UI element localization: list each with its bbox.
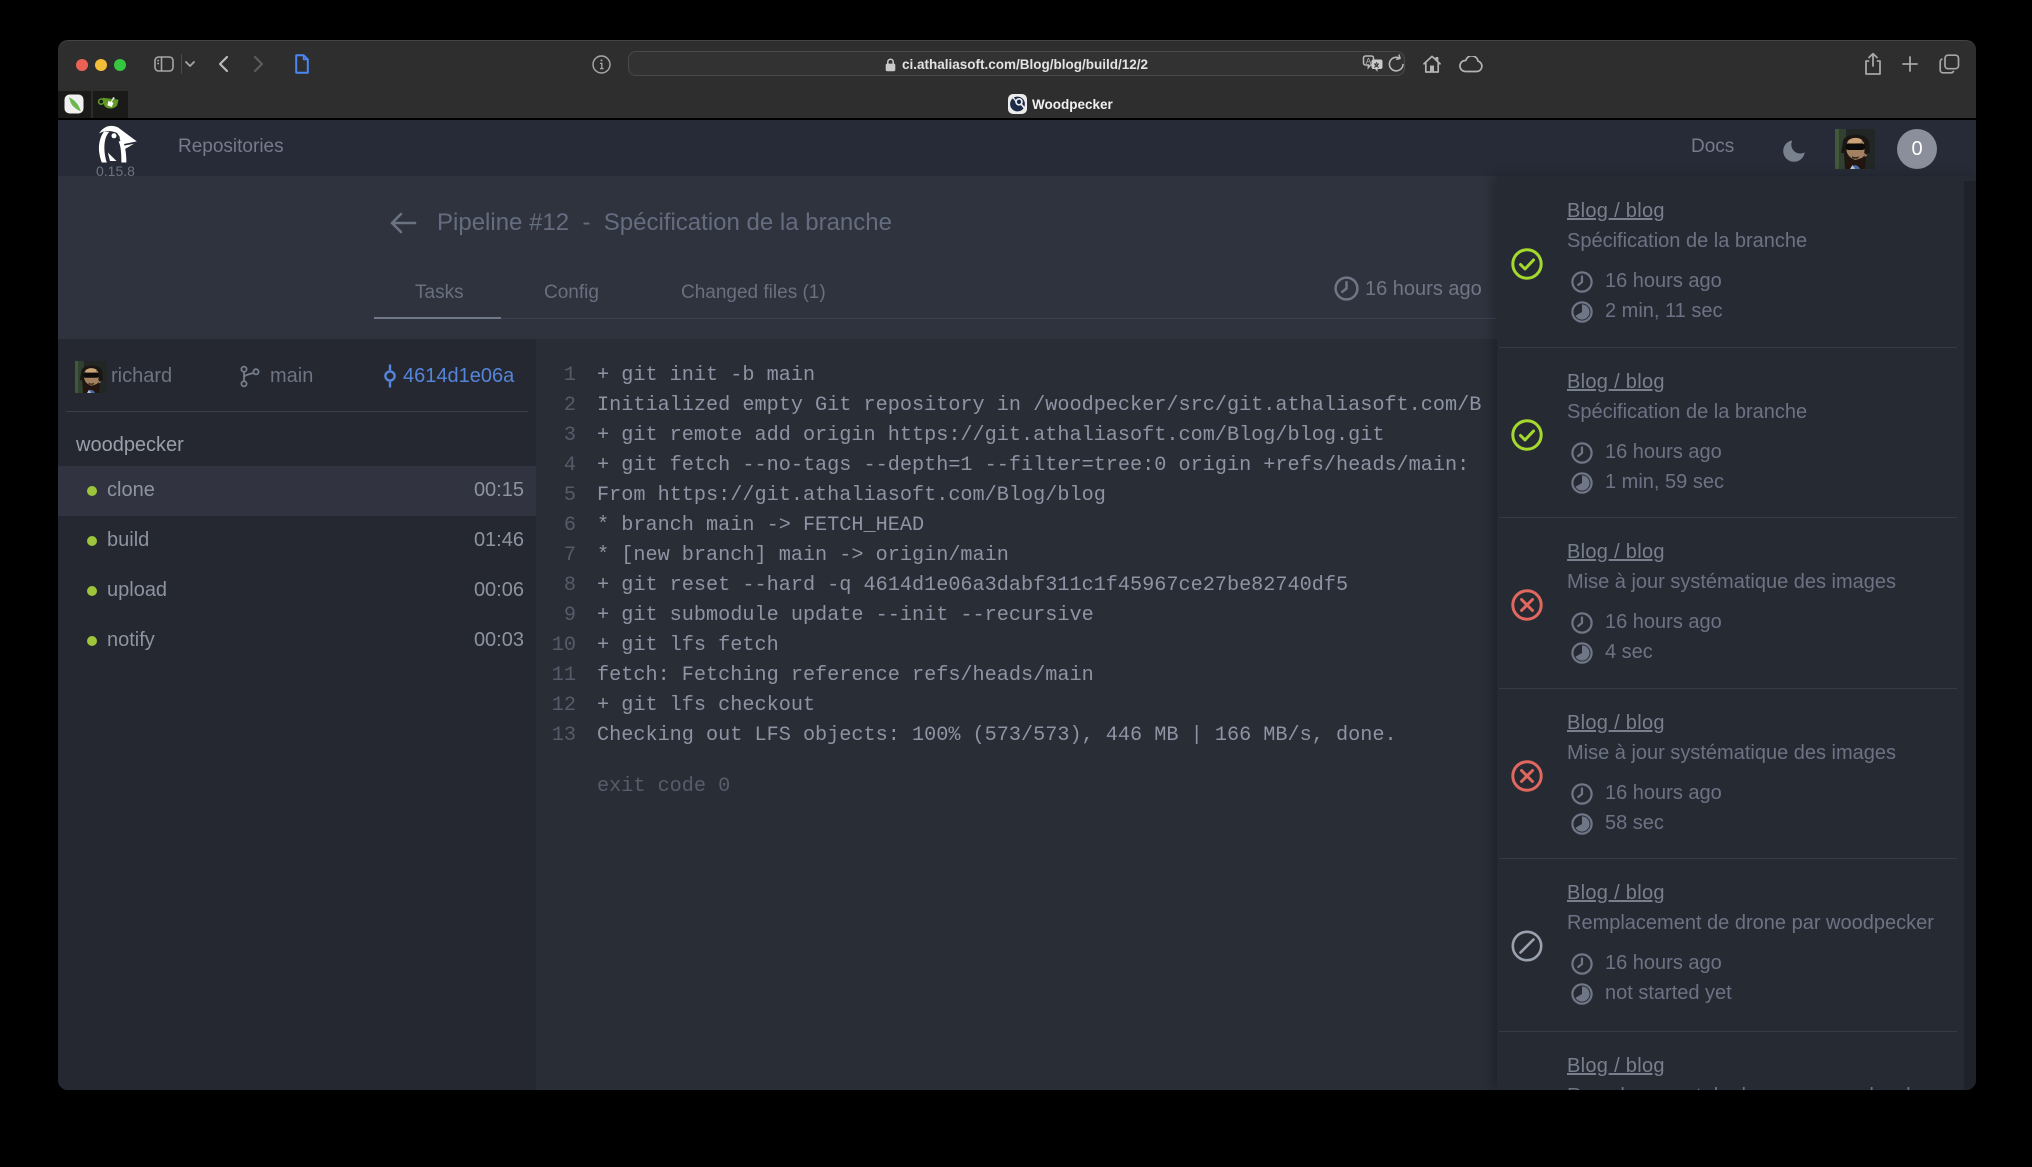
svg-text:A: A (1366, 56, 1372, 66)
